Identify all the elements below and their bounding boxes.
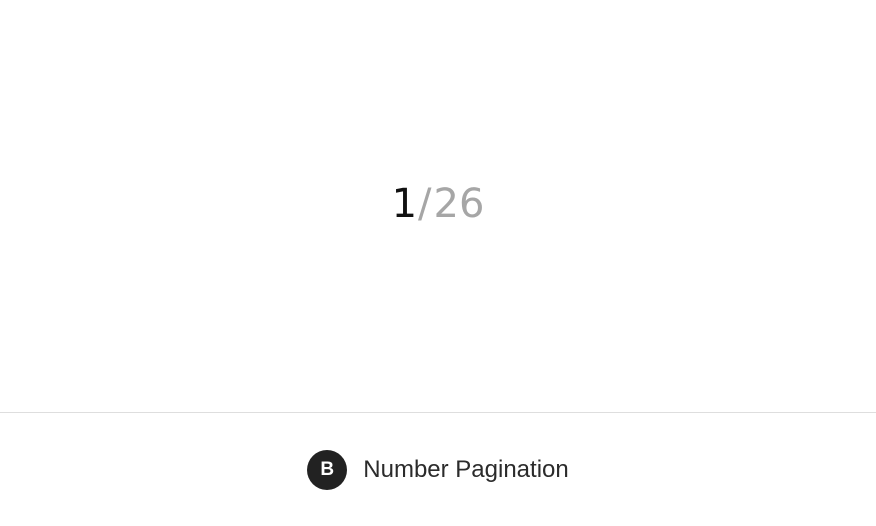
badge-letter: B	[320, 458, 335, 480]
preview-area: 1 / 26	[0, 0, 876, 412]
total-page-count: 26	[433, 181, 485, 227]
page-separator: /	[418, 181, 432, 227]
number-pagination: 1 / 26	[392, 184, 485, 224]
component-title: Number Pagination	[363, 455, 569, 483]
variant-badge: B	[307, 449, 348, 490]
component-caption: B Number Pagination	[0, 413, 876, 526]
current-page-number: 1	[391, 181, 418, 227]
page: 1 / 26 B Number Pagination	[0, 0, 876, 526]
